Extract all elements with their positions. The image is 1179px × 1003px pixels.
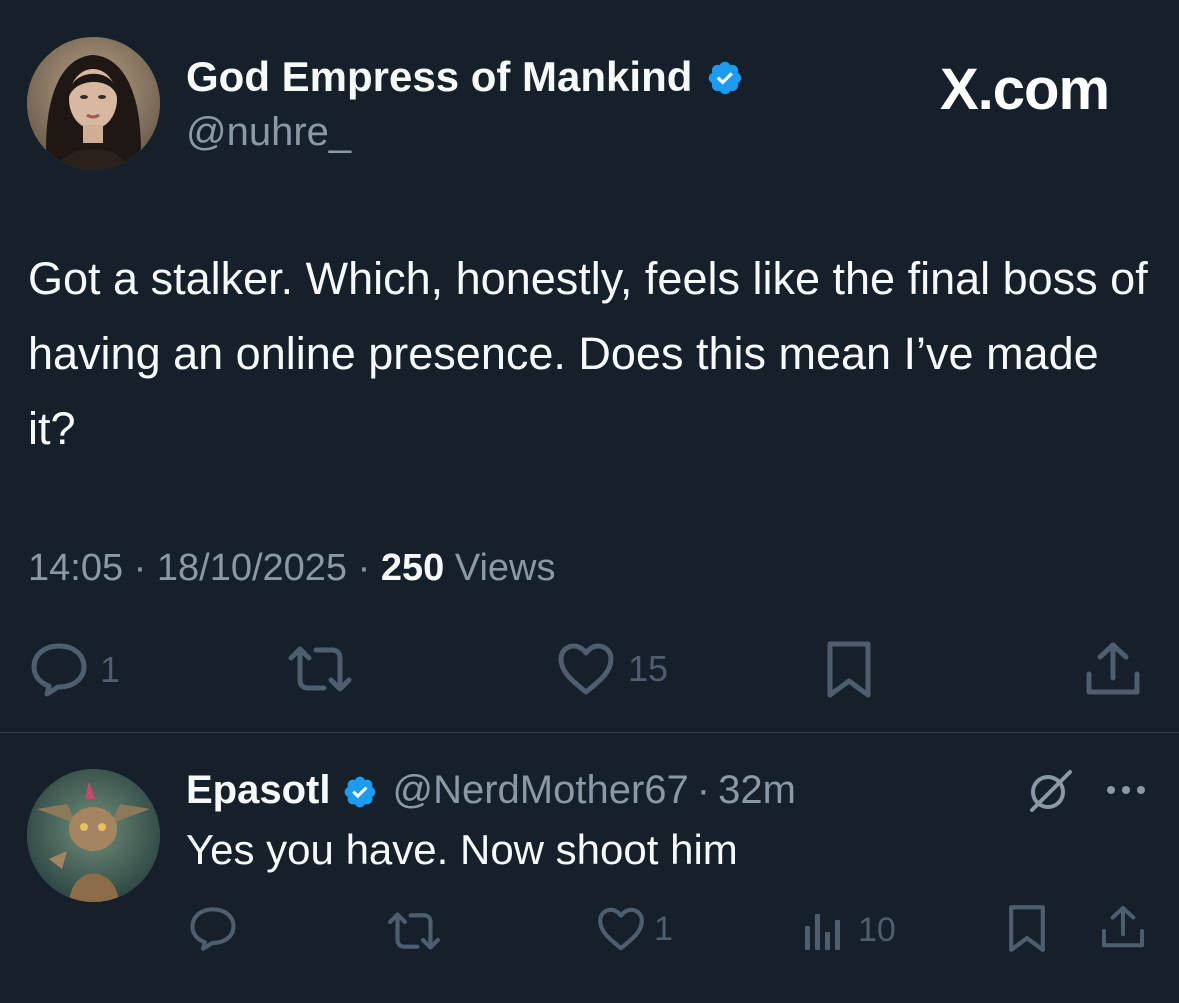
tweet-date: 18/10/2025: [156, 547, 348, 589]
tweet-time: 14:05: [28, 547, 124, 589]
reply-header: Epasotl @NerdMother67 · 32m: [186, 765, 796, 815]
views-count: 250: [380, 547, 445, 589]
views-label: Views: [454, 547, 556, 589]
like-count: 15: [628, 648, 669, 689]
slashed-circle-icon: [1026, 770, 1074, 818]
bookmark-icon: [824, 640, 874, 700]
speech-bubble-icon: [188, 906, 238, 952]
verified-badge-icon: [706, 58, 744, 96]
brand-logo: X.com: [940, 57, 1110, 122]
more-dots-icon: [1104, 786, 1148, 804]
reply-author-name[interactable]: Epasotl: [186, 765, 330, 815]
tweet-text: Got a stalker. Which, honestly, feels li…: [28, 253, 1148, 454]
reply-time[interactable]: 32m: [718, 765, 796, 815]
reply-avatar[interactable]: [27, 769, 160, 902]
verified-badge-icon: [342, 772, 378, 808]
author-handle[interactable]: @nuhre_: [186, 108, 351, 156]
reply-button[interactable]: 1: [30, 642, 120, 698]
reply-share-button[interactable]: [1100, 904, 1146, 950]
reply-bookmark-button[interactable]: [1006, 904, 1048, 954]
like-button[interactable]: 15: [556, 642, 668, 696]
speech-bubble-icon: [30, 642, 88, 698]
bar-chart-icon: [802, 910, 844, 950]
reply-views-button[interactable]: 10: [802, 910, 896, 950]
reply-separator: ·: [696, 768, 711, 812]
grok-button[interactable]: [1026, 768, 1074, 819]
reply-views-count: 10: [858, 910, 896, 949]
tweet-meta: 14:05 · 18/10/2025 · 250 Views: [28, 543, 556, 593]
reply-author-handle[interactable]: @NerdMother67: [392, 765, 688, 815]
reply-text: Yes you have. Now shoot him: [186, 826, 738, 873]
heart-icon: [556, 642, 616, 696]
author-avatar[interactable]: [27, 37, 160, 170]
reply-reply-button[interactable]: [188, 906, 238, 952]
heart-icon: [596, 906, 646, 952]
more-button[interactable]: [1104, 780, 1148, 805]
divider: [0, 732, 1179, 733]
share-upload-icon: [1084, 640, 1142, 698]
author-name[interactable]: God Empress of Mankind: [186, 52, 692, 102]
reply-like-count: 1: [654, 909, 673, 948]
share-button[interactable]: [1084, 640, 1142, 698]
share-upload-icon: [1100, 904, 1146, 950]
repost-arrows-icon: [386, 910, 442, 952]
reply-repost-button[interactable]: [386, 910, 442, 952]
bookmark-button[interactable]: [824, 640, 874, 700]
repost-button[interactable]: [286, 644, 354, 694]
meta-separator: ·: [357, 547, 371, 589]
reply-like-button[interactable]: 1: [596, 906, 673, 952]
reply-count: 1: [100, 649, 121, 690]
repost-arrows-icon: [286, 644, 354, 694]
bookmark-icon: [1006, 904, 1048, 954]
author-name-row[interactable]: God Empress of Mankind: [186, 52, 744, 102]
meta-separator: ·: [133, 547, 147, 589]
